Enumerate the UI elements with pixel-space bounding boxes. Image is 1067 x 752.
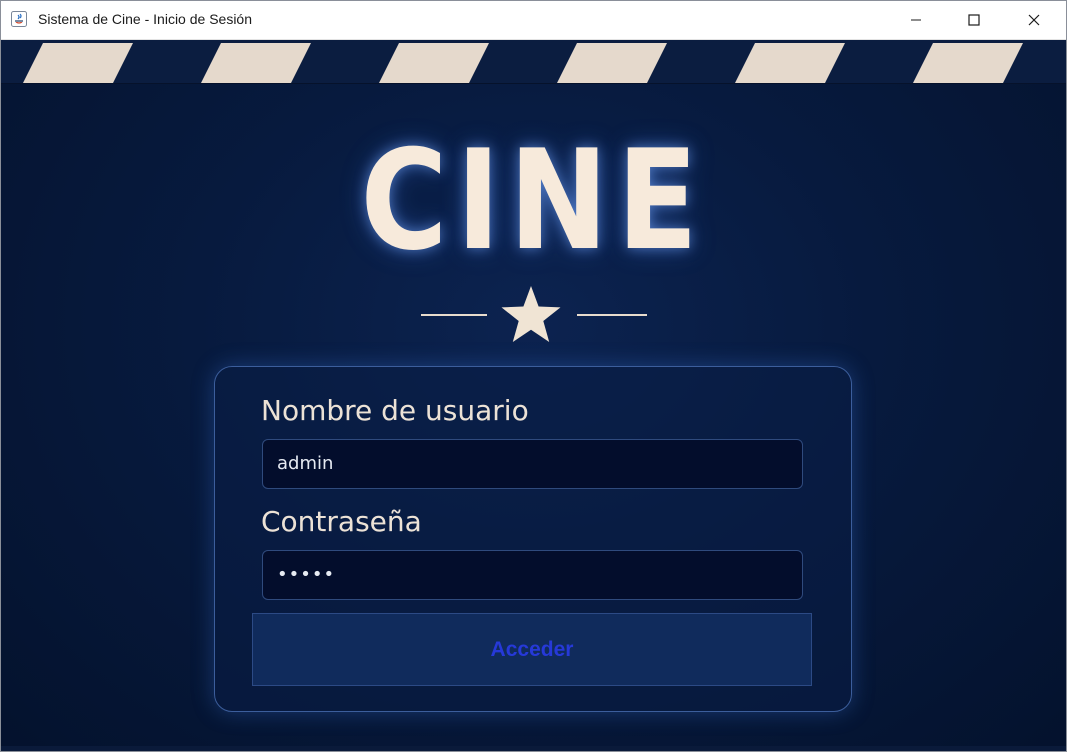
maximize-button[interactable] — [945, 1, 1003, 39]
clapperboard-stripes — [1, 40, 1066, 84]
username-field[interactable]: admin — [262, 439, 803, 489]
bottom-strip — [1, 746, 1066, 751]
minimize-button[interactable] — [887, 1, 945, 39]
login-background: CINE Nombre de usuario admin Contraseña … — [1, 40, 1066, 751]
app-window: Sistema de Cine - Inicio de Sesión CINE … — [0, 0, 1067, 752]
cine-logo: CINE — [360, 120, 707, 281]
maximize-icon — [968, 14, 980, 26]
minimize-icon — [911, 19, 921, 21]
star-icon — [501, 286, 561, 342]
window-title: Sistema de Cine - Inicio de Sesión — [38, 11, 252, 27]
acceder-button[interactable]: Acceder — [252, 613, 812, 686]
password-label: Contraseña — [261, 505, 422, 538]
close-button[interactable] — [1005, 1, 1063, 39]
username-label: Nombre de usuario — [261, 394, 529, 427]
close-icon — [1028, 14, 1040, 26]
title-bar[interactable]: Sistema de Cine - Inicio de Sesión — [1, 1, 1066, 40]
acceder-button-label: Acceder — [490, 637, 574, 661]
logo-ornament — [421, 286, 647, 342]
java-app-icon — [11, 11, 27, 27]
password-field[interactable]: ••••• — [262, 550, 803, 600]
